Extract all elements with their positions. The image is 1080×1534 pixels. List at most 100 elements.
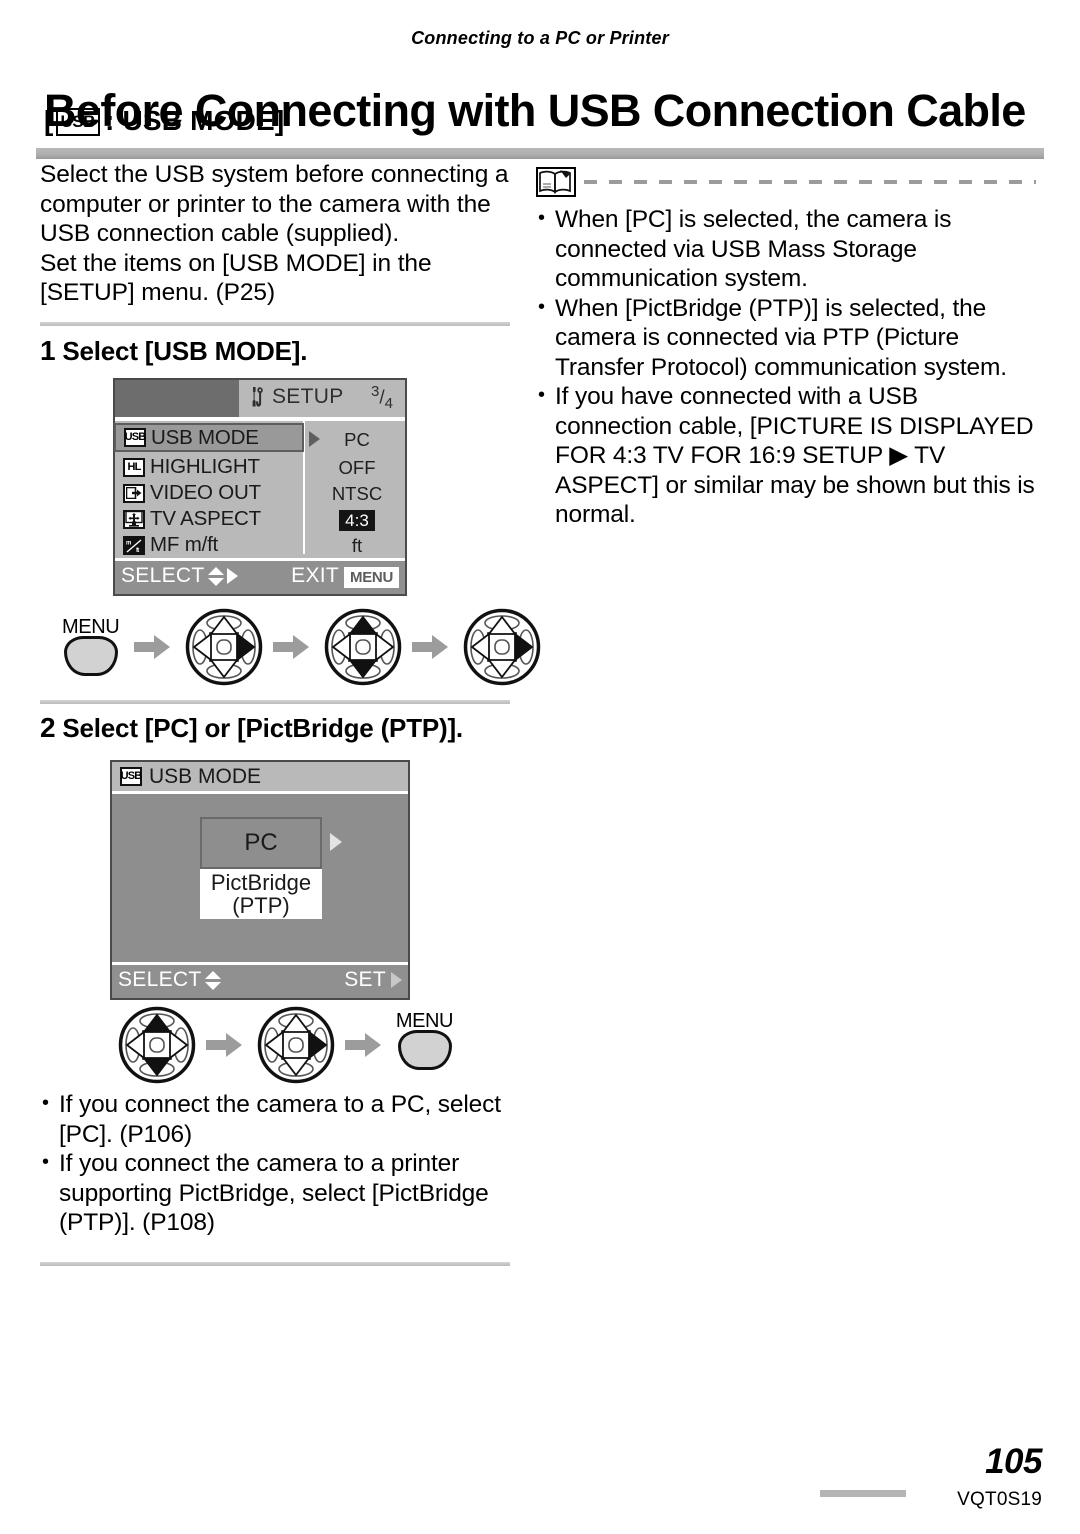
right-arrow-icon <box>391 972 402 988</box>
lcd-usb-select-label: SELECT <box>118 968 202 991</box>
flow-arrow-icon <box>134 634 174 660</box>
lcd-menu-value: NTSC <box>331 483 383 504</box>
step1-divider <box>40 322 510 326</box>
lcd-menu-value: 4:3 <box>305 509 409 531</box>
intro-paragraph-1: Select the USB system before connecting … <box>40 161 509 247</box>
up-down-arrows-icon <box>204 970 221 991</box>
usb-icon: USB <box>55 108 100 136</box>
menu-chip-icon: MENU <box>344 566 399 588</box>
lcd-menu-value: ft <box>351 535 363 556</box>
lcd-setup-menu: SETUP 3/4 USB USB MODE PC HL HIGHLIGHT O… <box>113 378 407 596</box>
step-1-text: Select [USB MODE]. <box>62 336 308 366</box>
right-column: When [PC] is selected, the camera is con… <box>536 165 1036 530</box>
flow-arrow-icon <box>273 634 313 660</box>
step-2-heading: 2 Select [PC] or [PictBridge (PTP)]. <box>40 712 463 744</box>
flow-arrow-icon <box>412 634 452 660</box>
lcd-usb-option-pc[interactable]: PC <box>200 817 322 869</box>
button-sequence-1: MENU <box>62 608 541 686</box>
lcd-setup-footer-right: EXIT MENU <box>291 564 399 588</box>
lcd-usb-footer-right: SET <box>344 968 402 992</box>
step-1-heading: 1 Select [USB MODE]. <box>40 335 307 367</box>
list-item: If you connect the camera to a printer s… <box>40 1148 510 1238</box>
document-code: VQT0S19 <box>957 1489 1042 1510</box>
right-arrow-icon <box>330 833 342 851</box>
lcd-menu-label: TV ASPECT <box>150 507 261 530</box>
lcd-usb-topbar: USB USB MODE <box>112 762 408 794</box>
lcd-setup-select-label: SELECT <box>121 564 205 587</box>
notes-list: When [PC] is selected, the camera is con… <box>536 204 1036 530</box>
list-item: When [PC] is selected, the camera is con… <box>536 204 1036 294</box>
usb-icon: USB <box>124 428 146 447</box>
menu-button-shape <box>64 636 118 676</box>
highlight-icon: HL <box>123 457 145 477</box>
subtitle-text: : USB MODE] <box>104 105 285 136</box>
mf-meter-feet-icon: m ft <box>123 535 145 555</box>
left-column: Select the USB system before connecting … <box>40 160 510 308</box>
dial-control-right-3[interactable] <box>257 1006 335 1084</box>
running-head: Connecting to a PC or Printer <box>411 28 669 48</box>
lcd-setup-topbar: SETUP 3/4 <box>115 380 405 417</box>
menu-button-1[interactable]: MENU <box>62 616 122 678</box>
step2-notes-list: If you connect the camera to a PC, selec… <box>40 1089 510 1238</box>
dial-control-right-2[interactable] <box>463 608 541 686</box>
video-out-icon <box>123 483 145 503</box>
dial-control-up-down-2[interactable] <box>118 1006 196 1084</box>
lcd-usb-mode: USB USB MODE PC PictBridge (PTP) SELECT … <box>110 760 410 1000</box>
lcd-setup-tab-dark <box>115 380 239 417</box>
lcd-setup-page-total: 4 <box>384 395 393 413</box>
lcd-setup-footer: SELECT EXIT MENU <box>115 558 405 594</box>
lcd-menu-label: USB MODE <box>151 425 259 449</box>
list-item: If you connect the camera to a PC, selec… <box>40 1089 510 1149</box>
lcd-usb-option-pictbridge-line1: PictBridge <box>210 870 312 895</box>
note-dashed-rule <box>584 180 1036 184</box>
list-item: When [PictBridge (PTP)] is selected, the… <box>536 293 1036 383</box>
footer-rule <box>820 1490 906 1497</box>
dial-control-right[interactable] <box>185 608 263 686</box>
page-number: 105 <box>985 1442 1042 1481</box>
step2-notes-divider <box>40 1262 510 1266</box>
step2-divider <box>40 700 510 704</box>
lcd-menu-item-video-out[interactable]: VIDEO OUT <box>115 480 301 506</box>
book-note-icon <box>536 167 576 197</box>
lcd-setup-exit-label: EXIT <box>291 564 340 587</box>
lcd-setup-title: SETUP <box>272 385 344 408</box>
lcd-menu-label: HIGHLIGHT <box>150 455 260 478</box>
page-subtitle: [ USB : USB MODE] <box>44 105 284 137</box>
lcd-setup-footer-left: SELECT <box>121 564 238 588</box>
lcd-usb-option-pictbridge[interactable]: PictBridge (PTP) <box>200 869 322 919</box>
note-header <box>536 165 1036 199</box>
dial-control-up-down[interactable] <box>324 608 402 686</box>
flow-arrow-icon <box>345 1032 385 1058</box>
up-down-arrows-icon <box>207 566 224 587</box>
step-2-number: 2 <box>40 712 56 743</box>
wrench-icon <box>249 386 266 408</box>
lcd-setup-page-current: 3 <box>371 383 380 400</box>
flow-arrow-icon <box>206 1032 246 1058</box>
intro-paragraph-2: Set the items on [USB MODE] in the [SETU… <box>40 249 432 307</box>
menu-button-2[interactable]: MENU <box>396 1010 456 1072</box>
lcd-setup-title-group: SETUP <box>249 385 344 409</box>
step-1-number: 1 <box>40 335 56 366</box>
tv-aspect-icon <box>123 509 145 529</box>
lcd-usb-footer: SELECT SET <box>112 962 408 998</box>
menu-button-shape <box>397 1030 452 1070</box>
lcd-usb-set-label: SET <box>344 968 386 991</box>
svg-text:m: m <box>126 540 131 546</box>
button-sequence-2: MENU <box>118 1006 456 1084</box>
lcd-menu-item-highlight[interactable]: HL HIGHLIGHT <box>115 454 301 480</box>
lcd-usb-option-pictbridge-line2: (PTP) <box>232 893 290 918</box>
lcd-usb-body: PC PictBridge (PTP) <box>112 797 408 965</box>
lcd-usb-footer-left: SELECT <box>118 968 221 992</box>
lcd-menu-item-mf-m-ft[interactable]: m ft MF m/ft <box>115 532 301 558</box>
right-arrow-icon <box>226 568 238 584</box>
lcd-menu-value: PC <box>344 429 370 450</box>
lcd-menu-item-usb-mode[interactable]: USB USB MODE <box>114 423 304 452</box>
subtitle-open-bracket: [ <box>44 105 54 136</box>
usb-icon: USB <box>120 767 142 786</box>
step-2-text: Select [PC] or [PictBridge (PTP)]. <box>62 713 463 743</box>
title-divider <box>36 148 1050 159</box>
lcd-usb-title: USB MODE <box>149 764 262 788</box>
lcd-setup-page-indicator: 3/4 <box>371 383 393 413</box>
lcd-menu-label: VIDEO OUT <box>150 481 261 504</box>
lcd-menu-item-tv-aspect[interactable]: TV ASPECT <box>115 506 301 532</box>
